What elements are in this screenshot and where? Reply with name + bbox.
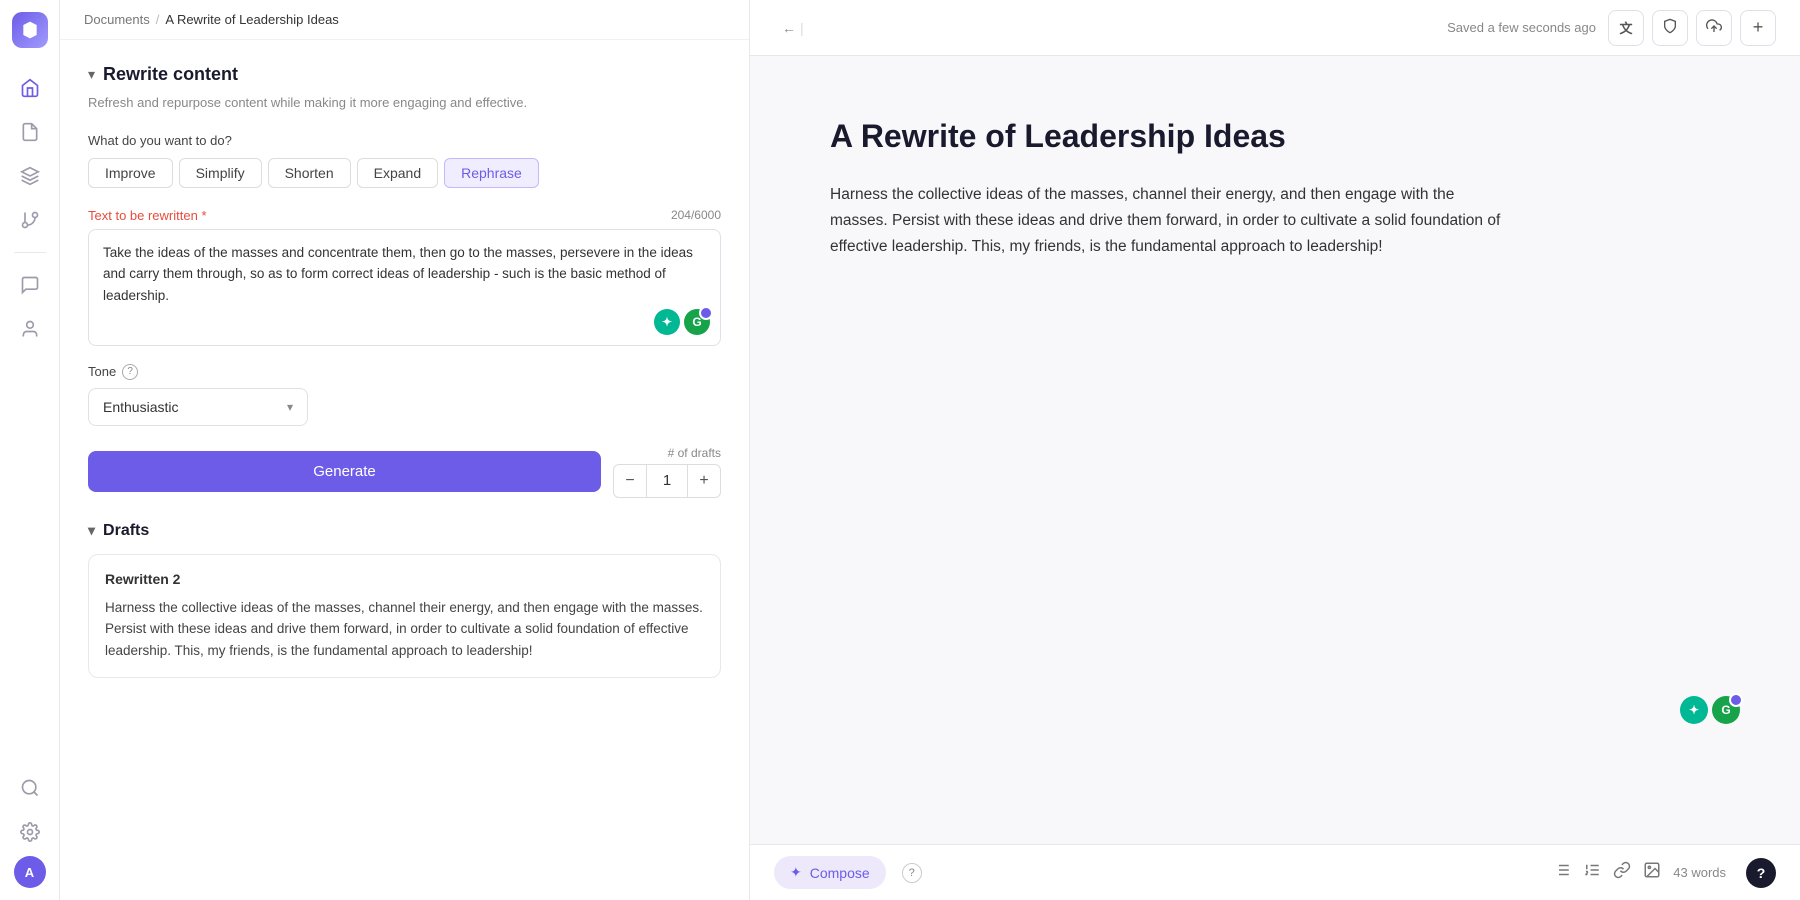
right-panel: ← | Saved a few seconds ago 文 + xyxy=(750,0,1800,900)
sidebar-divider xyxy=(14,252,46,253)
left-panel: Documents / A Rewrite of Leadership Idea… xyxy=(60,0,750,900)
draft-count-value: 1 xyxy=(647,464,687,498)
doc-topbar: ← | Saved a few seconds ago 文 + xyxy=(750,0,1800,56)
text-area-label: Text to be rewritten * xyxy=(88,208,207,223)
drafts-counter: # of drafts − 1 + xyxy=(613,446,721,498)
tab-expand[interactable]: Expand xyxy=(357,158,438,188)
translate-button[interactable]: 文 xyxy=(1608,10,1644,46)
doc-bottombar: ✦ Compose ? 43 words ? xyxy=(750,844,1800,900)
breadcrumb: Documents / A Rewrite of Leadership Idea… xyxy=(60,0,749,40)
tone-chevron-icon: ▾ xyxy=(287,400,293,414)
action-tabs: Improve Simplify Shorten Expand Rephrase xyxy=(88,158,721,188)
back-arrow-icon: ← xyxy=(782,20,796,36)
doc-back-button[interactable]: ← | xyxy=(774,14,812,42)
sidebar-bottom: A xyxy=(10,768,50,888)
compose-help-icon[interactable]: ? xyxy=(902,863,922,883)
drafts-label: # of drafts xyxy=(668,446,721,460)
drafts-title: Drafts xyxy=(103,522,149,540)
sidebar-item-home[interactable] xyxy=(10,68,50,108)
sidebar-item-user[interactable] xyxy=(10,309,50,349)
plus-icon: + xyxy=(1753,17,1764,38)
text-area-icons: ✦ G xyxy=(654,309,710,335)
ai-assist-icon[interactable]: ✦ xyxy=(654,309,680,335)
sidebar-item-search[interactable] xyxy=(10,768,50,808)
collapse-chevron-icon[interactable]: ▾ xyxy=(88,66,95,83)
increment-drafts-button[interactable]: + xyxy=(687,464,721,498)
compose-button[interactable]: ✦ Compose xyxy=(774,856,886,889)
draft-card-title: Rewritten 2 xyxy=(105,571,704,587)
shield-button[interactable] xyxy=(1652,10,1688,46)
generate-button[interactable]: Generate xyxy=(88,451,601,492)
tone-section: Tone ? Enthusiastic ▾ xyxy=(88,364,721,426)
compose-sparkle-icon: ✦ xyxy=(790,864,802,881)
doc-title: A Rewrite of Leadership Ideas xyxy=(830,116,1720,158)
section-header: ▾ Rewrite content xyxy=(88,64,721,85)
counter-row: − 1 + xyxy=(613,464,721,498)
text-to-rewrite-input[interactable]: Take the ideas of the masses and concent… xyxy=(89,230,720,340)
breadcrumb-current: A Rewrite of Leadership Ideas xyxy=(165,12,338,27)
doc-ai-assist-icon[interactable]: ✦ xyxy=(1680,696,1708,724)
sidebar-item-chat[interactable] xyxy=(10,265,50,305)
text-area-wrapper: Take the ideas of the masses and concent… xyxy=(88,229,721,346)
tone-select[interactable]: Enthusiastic ▾ xyxy=(88,388,308,426)
sidebar-item-settings[interactable] xyxy=(10,812,50,852)
shield-icon xyxy=(1662,18,1678,38)
section-title: Rewrite content xyxy=(103,64,238,85)
app-logo[interactable] xyxy=(12,12,48,48)
tone-value: Enthusiastic xyxy=(103,399,178,415)
sidebar-item-layers[interactable] xyxy=(10,156,50,196)
numbered-list-icon[interactable] xyxy=(1583,861,1601,884)
draft-card: Rewritten 2 Harness the collective ideas… xyxy=(88,554,721,679)
sidebar-item-branch[interactable] xyxy=(10,200,50,240)
upload-button[interactable] xyxy=(1696,10,1732,46)
decrement-drafts-button[interactable]: − xyxy=(613,464,647,498)
user-avatar[interactable]: A xyxy=(14,856,46,888)
upload-icon xyxy=(1706,18,1722,38)
tab-rephrase[interactable]: Rephrase xyxy=(444,158,539,188)
bottom-toolbar: 43 words ? xyxy=(1553,858,1776,888)
back-divider: | xyxy=(800,20,804,36)
text-area-header: Text to be rewritten * 204/6000 xyxy=(88,208,721,223)
breadcrumb-parent[interactable]: Documents xyxy=(84,12,150,27)
drafts-collapse-icon[interactable]: ▾ xyxy=(88,522,95,539)
word-count: 43 words xyxy=(1673,865,1726,880)
link-icon[interactable] xyxy=(1613,861,1631,884)
sidebar: A xyxy=(0,0,60,900)
drafts-header: ▾ Drafts xyxy=(88,522,721,540)
translate-icon: 文 xyxy=(1619,18,1632,37)
bullet-list-icon[interactable] xyxy=(1553,861,1571,884)
doc-paragraph: Harness the collective ideas of the mass… xyxy=(830,182,1510,261)
saved-status: Saved a few seconds ago xyxy=(1447,20,1596,35)
draft-card-text: Harness the collective ideas of the mass… xyxy=(105,597,704,662)
char-count: 204/6000 xyxy=(671,208,721,222)
doc-floating-icons: ✦ G xyxy=(1680,696,1740,724)
section-description: Refresh and repurpose content while maki… xyxy=(88,93,721,113)
tab-shorten[interactable]: Shorten xyxy=(268,158,351,188)
tab-improve[interactable]: Improve xyxy=(88,158,173,188)
drafts-section: ▾ Drafts Rewritten 2 Harness the collect… xyxy=(88,522,721,679)
breadcrumb-separator: / xyxy=(156,12,160,27)
sidebar-item-document[interactable] xyxy=(10,112,50,152)
image-icon[interactable] xyxy=(1643,861,1661,884)
tone-label: Tone xyxy=(88,364,116,379)
generate-row: Generate # of drafts − 1 + xyxy=(88,446,721,498)
action-field-label: What do you want to do? xyxy=(88,133,721,148)
compose-label: Compose xyxy=(810,865,870,881)
grammarly-icon[interactable]: G xyxy=(684,309,710,335)
tone-help-icon[interactable]: ? xyxy=(122,364,138,380)
tab-simplify[interactable]: Simplify xyxy=(179,158,262,188)
doc-grammarly-icon[interactable]: G xyxy=(1712,696,1740,724)
doc-body[interactable]: A Rewrite of Leadership Ideas Harness th… xyxy=(750,56,1800,844)
help-button[interactable]: ? xyxy=(1746,858,1776,888)
tone-label-row: Tone ? xyxy=(88,364,721,380)
add-button[interactable]: + xyxy=(1740,10,1776,46)
doc-toolbar-icons: 文 + xyxy=(1608,10,1776,46)
